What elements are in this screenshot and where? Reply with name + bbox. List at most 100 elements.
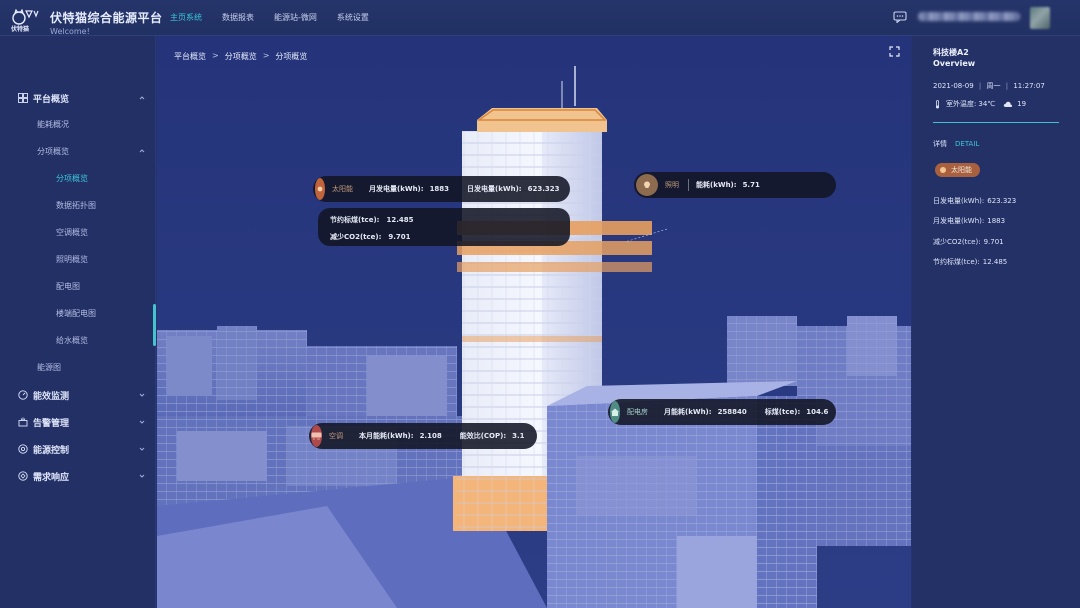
top-nav: 主页系统 数据报表 能源站-微网 系统设置	[170, 12, 369, 23]
sun-icon	[940, 167, 946, 173]
sidebar-item-label: 给水概览	[56, 335, 88, 345]
sidebar-item-energy-control[interactable]: 能源控制	[0, 439, 156, 459]
nav-item-settings[interactable]: 系统设置	[337, 12, 369, 23]
callout-name: 配电房	[627, 408, 648, 416]
fullscreen-icon[interactable]	[889, 46, 900, 57]
sidebar-item-efficiency-monitor[interactable]: 能效监测	[0, 385, 156, 405]
chevron-down-icon	[139, 474, 145, 478]
callout-name: 照明	[665, 181, 679, 189]
sidebar-scrollbar[interactable]	[153, 304, 156, 346]
cat-logo-icon[interactable]: 伏特猫	[10, 9, 40, 33]
sidebar-item-label: 配电图	[56, 281, 80, 291]
sidebar-item-platform-overview[interactable]: 平台概览	[0, 88, 156, 108]
breadcrumb-item[interactable]: 分项概览	[225, 51, 257, 62]
sidebar-item-alarm-management[interactable]: 告警管理	[0, 412, 156, 432]
detail-header: 详情 DETAIL	[933, 140, 980, 148]
callout-solar[interactable]: 太阳能 月发电量(kWh): 1883 日发电量(kWh): 623.323	[313, 176, 570, 202]
sidebar-item-label: 楼端配电图	[56, 308, 96, 318]
sidebar-item-label: 能源图	[37, 362, 61, 372]
cloud-icon	[1003, 101, 1013, 107]
weather-row: 室外温度: 34℃ 19	[933, 99, 1026, 109]
user-name-blurred[interactable]	[918, 12, 1020, 21]
callout-metric: 月能耗(kWh): 258840	[664, 408, 747, 416]
top-bar: 伏特猫 伏特猫综合能源平台 Welcome! 主页系统 数据报表 能源站-微网 …	[0, 0, 1080, 36]
nav-item-reports[interactable]: 数据报表	[222, 12, 254, 23]
house-icon	[610, 401, 620, 423]
nav-item-energy-station[interactable]: 能源站-微网	[274, 12, 317, 23]
city-model	[157, 36, 911, 608]
sidebar-item-water-overview[interactable]: 给水概览	[0, 330, 156, 350]
sidebar-item-label: 平台概览	[33, 94, 70, 105]
3d-building-scene[interactable]	[157, 36, 911, 608]
panel-subtitle: Overview	[933, 59, 976, 68]
stat-row: 减少CO2(tce): 9.701	[330, 233, 411, 241]
sun-icon	[315, 178, 325, 200]
sidebar-item-lighting-overview[interactable]: 照明概览	[0, 249, 156, 269]
grid-icon	[18, 93, 28, 103]
sidebar-item-label: 分项概览	[56, 173, 88, 183]
callout-name: 太阳能	[332, 185, 353, 193]
sidebar-item-label: 数据拓扑图	[56, 200, 96, 210]
sidebar-item-demand-response[interactable]: 需求响应	[0, 466, 156, 486]
sidebar-item-label: 告警管理	[33, 418, 70, 429]
stat-row: 节约标煤(tce): 12.485	[330, 216, 414, 224]
avatar[interactable]	[1030, 7, 1050, 29]
breadcrumb-separator: >	[262, 51, 270, 60]
breadcrumb-item[interactable]: 平台概览	[174, 51, 206, 62]
detail-row: 节约标煤(tce): 12.485	[933, 258, 1008, 266]
chevron-up-icon	[139, 149, 145, 153]
sidebar: 平台概览 能耗概况 分项概览 分项概览 数据拓扑图 空调概览 照明概览 配电图 …	[0, 36, 156, 608]
sidebar-item-distribution-map[interactable]: 配电图	[0, 276, 156, 296]
callout-name: 空调	[329, 432, 343, 440]
breadcrumb-separator: >	[212, 51, 219, 60]
detail-row: 减少CO2(tce): 9.701	[933, 238, 1004, 246]
callout-metric: 日发电量(kWh): 623.323	[467, 185, 560, 193]
sidebar-item-label: 需求响应	[33, 472, 70, 483]
app-subtitle: Welcome!	[50, 27, 90, 36]
sidebar-item-label: 分项概览	[37, 146, 69, 156]
sidebar-item-label: 能效监测	[33, 391, 70, 402]
sidebar-item-floor-distribution-map[interactable]: 楼端配电图	[0, 303, 156, 323]
sidebar-item-label: 空调概览	[56, 227, 88, 237]
message-icon[interactable]	[893, 11, 907, 23]
sidebar-item-energy-overview[interactable]: 能耗概况	[0, 114, 156, 134]
building-name: 科技楼A2	[933, 48, 969, 57]
gauge-icon	[18, 390, 28, 400]
bulb-icon	[636, 174, 658, 196]
divider	[688, 179, 689, 191]
chevron-down-icon	[139, 420, 145, 424]
app-title: 伏特猫综合能源平台	[50, 11, 163, 25]
callout-metric: 能效比(COP): 3.1	[459, 432, 525, 440]
sidebar-item-subitem-overview[interactable]: 分项概览	[0, 168, 156, 188]
callout-lighting[interactable]: 照明 能耗(kWh): 5.71	[634, 172, 836, 198]
sidebar-item-label: 照明概览	[56, 254, 88, 264]
response-icon	[18, 471, 28, 481]
datetime: 2021-08-09 | 周一 | 11:27:07	[933, 82, 1045, 90]
callout-metric: 本月能耗(kWh): 2.108	[359, 432, 442, 440]
detail-row: 日发电量(kWh): 623.323	[933, 197, 1017, 205]
chevron-down-icon	[139, 393, 145, 397]
sidebar-item-data-topology[interactable]: 数据拓扑图	[0, 195, 156, 215]
category-tag-solar[interactable]: 太阳能	[935, 163, 980, 177]
sidebar-item-subitem-overview-group[interactable]: 分项概览	[0, 141, 156, 161]
callout-solar-stats: 节约标煤(tce): 12.485 减少CO2(tce): 9.701	[318, 208, 570, 246]
detail-row: 月发电量(kWh): 1883	[933, 217, 1006, 225]
callout-metric: 标煤(tce): 104.6	[764, 408, 829, 416]
breadcrumb: 平台概览 > 分项概览 > 分项概览	[174, 51, 307, 62]
callout-power-room[interactable]: 配电房 月能耗(kWh): 258840 标煤(tce): 104.6	[608, 399, 836, 425]
sidebar-item-hvac-overview[interactable]: 空调概览	[0, 222, 156, 242]
alert-icon	[18, 417, 28, 427]
sidebar-item-label: 能源控制	[33, 445, 70, 456]
callout-hvac[interactable]: 空调 本月能耗(kWh): 2.108 能效比(COP): 3.1	[309, 423, 537, 449]
sidebar-item-label: 能耗概况	[37, 119, 69, 129]
svg-text:伏特猫: 伏特猫	[10, 25, 29, 33]
callout-metric: 能耗(kWh): 5.71	[696, 181, 760, 189]
chevron-down-icon	[139, 447, 145, 451]
callout-metric: 月发电量(kWh): 1883	[369, 185, 450, 193]
sidebar-item-energy-map[interactable]: 能源图	[0, 357, 156, 377]
divider	[933, 122, 1059, 123]
breadcrumb-item[interactable]: 分项概览	[275, 51, 307, 62]
thermometer-icon	[936, 99, 939, 108]
nav-item-home[interactable]: 主页系统	[170, 12, 202, 23]
chevron-up-icon	[139, 96, 145, 100]
